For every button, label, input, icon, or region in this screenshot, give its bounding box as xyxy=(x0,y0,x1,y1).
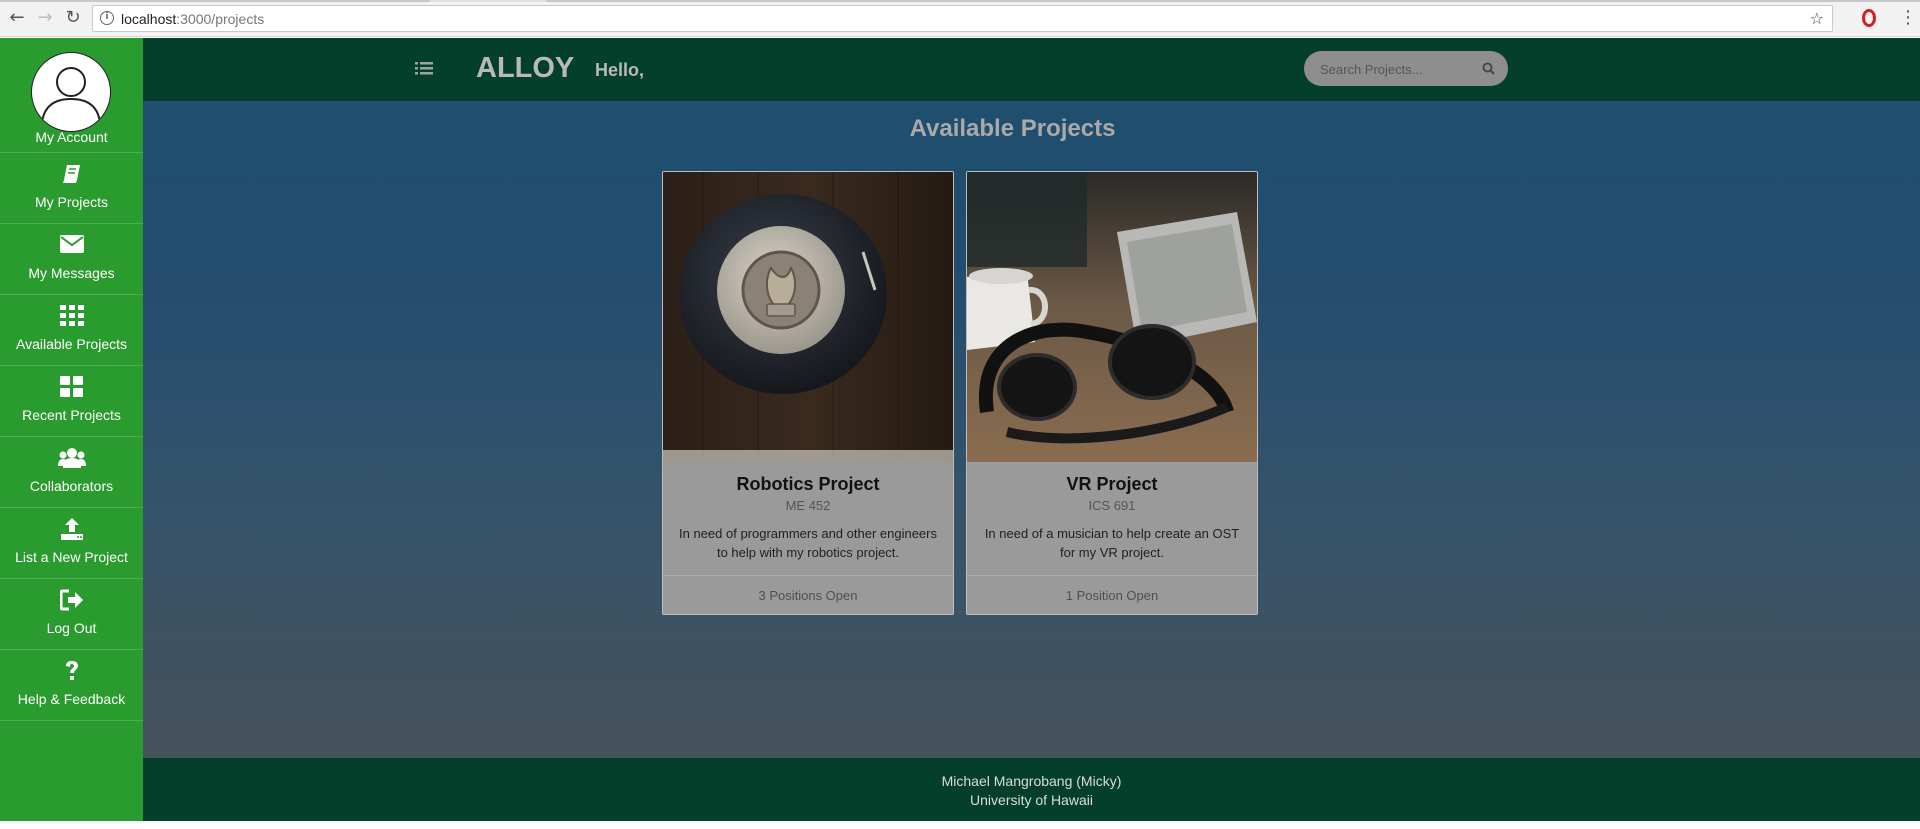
sidebar-item-label: Help & Feedback xyxy=(17,691,126,707)
project-card[interactable]: Robotics Project ME 452 In need of progr… xyxy=(662,171,954,615)
sidebar-item-label: My Projects xyxy=(34,194,109,210)
kebab-menu-icon[interactable]: ⋮ xyxy=(1899,7,1917,29)
sidebar-item-list-new-project[interactable]: List a New Project xyxy=(0,508,143,579)
sidebar-item-my-account[interactable]: My Account xyxy=(0,38,143,153)
sign-out-icon xyxy=(59,589,83,611)
page-footer: Michael Mangrobang (Micky) University of… xyxy=(143,758,1920,821)
upload-icon xyxy=(60,518,83,540)
footer-name: Michael Mangrobang (Micky) xyxy=(941,773,1122,789)
sidebar-item-log-out[interactable]: Log Out xyxy=(0,579,143,650)
top-navbar: ALLOY Hello, xyxy=(143,38,1920,101)
page-title: Available Projects xyxy=(909,115,1116,142)
url-text[interactable]: localhost:3000/projects xyxy=(121,11,264,27)
card-course-code: ME 452 xyxy=(785,498,831,513)
book-icon xyxy=(62,165,80,183)
list-toggle-icon[interactable] xyxy=(415,61,433,77)
sidebar: My Account My Projects My Messages Avail… xyxy=(0,38,143,821)
tiles-icon xyxy=(59,376,83,397)
sidebar-item-label: Recent Projects xyxy=(22,407,121,423)
card-title[interactable]: VR Project xyxy=(967,474,1257,495)
sidebar-item-my-projects[interactable]: My Projects xyxy=(0,153,143,224)
sidebar-item-label: Log Out xyxy=(46,620,97,636)
sidebar-item-help-feedback[interactable]: Help & Feedback xyxy=(0,650,143,721)
brand-logo[interactable]: ALLOY xyxy=(476,52,574,85)
address-bar[interactable]: i localhost:3000/projects ☆ xyxy=(92,5,1833,32)
sidebar-item-my-messages[interactable]: My Messages xyxy=(0,224,143,295)
tape-measure-image xyxy=(663,172,953,462)
opera-icon[interactable] xyxy=(1862,9,1876,27)
sidebar-item-available-projects[interactable]: Available Projects xyxy=(0,295,143,366)
project-card[interactable]: VR Project ICS 691 In need of a musician… xyxy=(966,171,1258,615)
forward-arrow-icon[interactable]: → xyxy=(34,7,56,29)
url-path: :3000/projects xyxy=(176,11,265,27)
greeting: Hello, xyxy=(595,60,645,80)
back-arrow-icon[interactable]: ← xyxy=(6,7,28,29)
reload-icon[interactable]: ↻ xyxy=(62,7,84,29)
sidebar-item-label: Available Projects xyxy=(15,336,128,352)
card-description: In need of programmers and other enginee… xyxy=(679,526,937,560)
sidebar-item-label: List a New Project xyxy=(15,549,128,565)
headphones-image xyxy=(967,172,1257,462)
sidebar-item-collaborators[interactable]: Collaborators xyxy=(0,437,143,508)
star-icon[interactable]: ☆ xyxy=(1810,9,1824,28)
card-course-code: ICS 691 xyxy=(1088,498,1136,513)
main-content: ALLOY Hello, Available Projects xyxy=(143,38,1920,821)
question-icon xyxy=(65,661,78,680)
sidebar-item-label: My Messages xyxy=(28,265,115,281)
envelope-icon xyxy=(59,235,84,253)
sidebar-item-recent-projects[interactable]: Recent Projects xyxy=(0,366,143,437)
card-positions: 3 Positions Open xyxy=(663,575,953,614)
card-description: In need of a musician to help create an … xyxy=(984,526,1240,560)
users-icon xyxy=(57,448,86,468)
info-icon[interactable]: i xyxy=(100,11,114,25)
avatar[interactable] xyxy=(31,52,111,132)
search-icon[interactable] xyxy=(1482,62,1495,75)
card-title[interactable]: Robotics Project xyxy=(663,474,953,495)
tab-inactive[interactable] xyxy=(0,0,430,2)
tab-strip xyxy=(0,0,1920,2)
search-box[interactable] xyxy=(1304,51,1508,86)
footer-school: University of Hawaii xyxy=(970,792,1093,808)
url-host: localhost xyxy=(121,11,177,27)
sidebar-item-label: My Account xyxy=(35,129,108,145)
tab-inactive[interactable] xyxy=(546,0,1920,2)
search-input[interactable] xyxy=(1318,59,1472,80)
user-silhouette-icon xyxy=(41,67,101,124)
browser-toolbar: ← → ↻ i localhost:3000/projects ☆ ⋮ xyxy=(0,0,1920,37)
sidebar-item-label: Collaborators xyxy=(29,478,114,494)
grid-icon xyxy=(59,305,84,326)
card-positions: 1 Position Open xyxy=(967,575,1257,614)
